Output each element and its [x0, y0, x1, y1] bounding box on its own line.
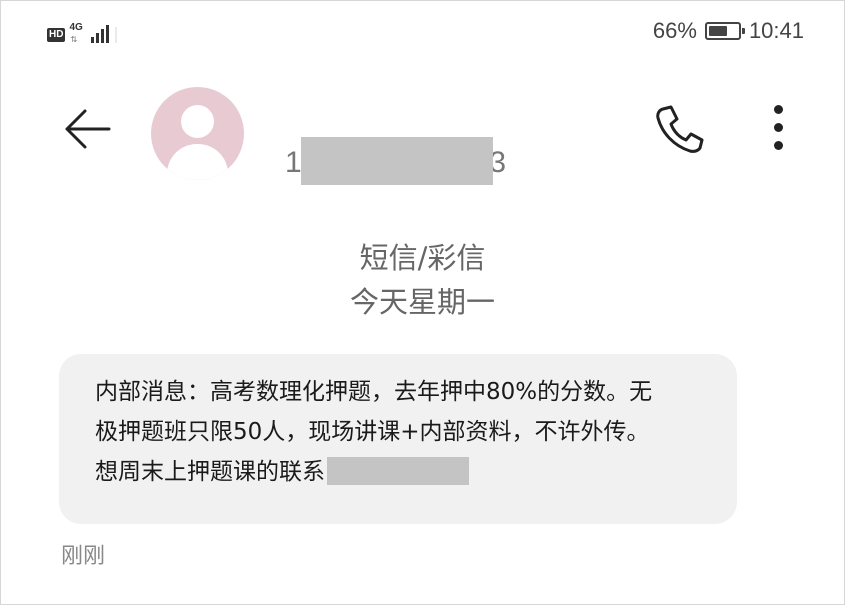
more-vertical-icon — [774, 105, 783, 114]
message-timestamp: 刚刚 — [61, 544, 106, 569]
redaction-block — [327, 456, 469, 485]
message-type-label: 短信/彩信 — [359, 241, 486, 275]
message-line-3-text: 想周末上押题课的联系 — [95, 459, 325, 485]
network-type-label: 4G — [69, 22, 83, 33]
battery-icon — [704, 22, 745, 40]
person-icon — [181, 105, 214, 138]
phone-icon — [656, 105, 704, 153]
message-line-2: 极押题班只限50人，现场讲课+内部资料，不许外传。 — [95, 419, 650, 445]
battery-fill — [708, 26, 727, 36]
signal-strength-icon — [91, 23, 110, 43]
date-separator: 今天星期一 — [349, 285, 495, 319]
arrow-left-icon — [65, 109, 111, 149]
network-icon: 4G ⇅ — [69, 22, 87, 45]
divider — [115, 27, 118, 43]
status-time: 10:41 — [748, 18, 804, 43]
data-arrows-icon: ⇅ — [70, 35, 77, 44]
status-bar-left: HD 4G ⇅ — [47, 21, 118, 45]
contact-avatar[interactable] — [151, 87, 244, 180]
message-body: 内部消息：高考数理化押题，去年押中80%的分数。无 极押题班只限50人，现场讲课… — [95, 372, 715, 492]
more-options-button[interactable] — [761, 103, 797, 153]
message-bubble[interactable]: 内部消息：高考数理化押题，去年押中80%的分数。无 极押题班只限50人，现场讲课… — [59, 354, 737, 524]
redaction-block — [301, 137, 493, 185]
sms-screen: HD 4G ⇅ 66% 10:41 1 3 短信/彩信 今天星期一 内部消息：高… — [0, 0, 845, 605]
hd-badge: HD — [47, 28, 66, 42]
contact-number: 1 3 — [285, 137, 510, 185]
message-line-1: 内部消息：高考数理化押题，去年押中80%的分数。无 — [95, 379, 653, 405]
contact-number-first-digit: 1 — [285, 146, 302, 179]
message-line-3: 想周末上押题课的联系 — [95, 452, 715, 492]
call-button[interactable] — [651, 101, 707, 157]
back-button[interactable] — [59, 101, 115, 157]
status-bar-right: 66% 10:41 — [653, 18, 804, 44]
battery-percent: 66% — [652, 18, 697, 43]
